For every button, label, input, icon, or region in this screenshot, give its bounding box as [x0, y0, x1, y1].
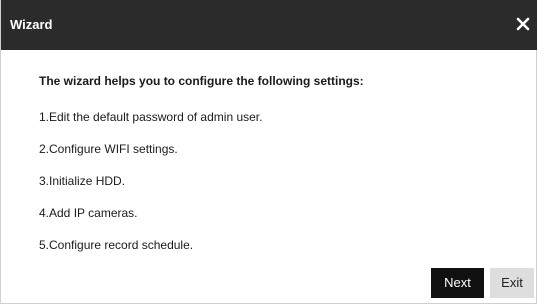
dialog-titlebar: Wizard [1, 0, 537, 50]
wizard-step-4: 4.Add IP cameras. [39, 206, 138, 220]
wizard-heading: The wizard helps you to configure the fo… [39, 74, 364, 88]
wizard-step-3: 3.Initialize HDD. [39, 174, 126, 188]
wizard-step-1: 1.Edit the default password of admin use… [39, 110, 263, 124]
wizard-step-5: 5.Configure record schedule. [39, 238, 194, 252]
wizard-step-2: 2.Configure WIFI settings. [39, 142, 178, 156]
wizard-content: The wizard helps you to configure the fo… [39, 74, 516, 270]
exit-button[interactable]: Exit [490, 268, 534, 298]
close-icon[interactable] [513, 14, 533, 34]
dialog-title: Wizard [10, 17, 53, 32]
next-button[interactable]: Next [431, 268, 484, 298]
wizard-dialog: Wizard The wizard helps you to configure… [0, 0, 537, 304]
